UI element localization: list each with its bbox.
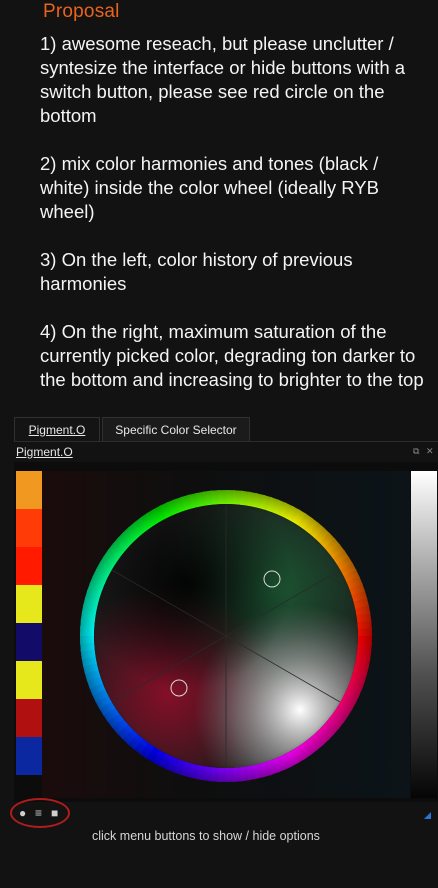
docker-title: Pigment.O	[16, 445, 73, 459]
hint-caption: click menu buttons to show / hide option…	[92, 829, 320, 843]
harmony-field[interactable]	[94, 504, 358, 768]
float-docker-icon[interactable]: ⧉	[413, 446, 419, 456]
tab-specific-color-selector[interactable]: Specific Color Selector	[102, 417, 250, 441]
menu-toggle-group: ● ≡ ■	[10, 798, 74, 832]
menu-button-dot[interactable]: ●	[19, 806, 26, 820]
history-swatch[interactable]	[16, 699, 42, 737]
history-swatch[interactable]	[16, 737, 42, 775]
history-swatch[interactable]	[16, 661, 42, 699]
tab-pigment-o[interactable]: Pigment.O	[14, 417, 100, 441]
resize-corner-icon[interactable]	[424, 812, 431, 819]
proposal-point-2: 2) mix color harmonies and tones (black …	[40, 153, 379, 222]
menu-button-square[interactable]: ■	[51, 806, 58, 820]
proposal-body: 1) awesome reseach, but please unclutter…	[40, 32, 432, 416]
proposal-point-4: 4) On the right, maximum saturation of t…	[40, 321, 424, 390]
proposal-point-3: 3) On the left, color history of previou…	[40, 249, 353, 294]
color-history	[16, 471, 42, 775]
menu-button-lines[interactable]: ≡	[35, 806, 42, 820]
color-wheel[interactable]	[42, 471, 410, 798]
history-swatch[interactable]	[16, 585, 42, 623]
proposal-title: Proposal	[43, 1, 120, 22]
brightness-strip[interactable]	[411, 471, 437, 798]
close-docker-icon[interactable]: ✕	[426, 446, 434, 456]
proposal-point-1: 1) awesome reseach, but please unclutter…	[40, 33, 406, 126]
history-swatch[interactable]	[16, 547, 42, 585]
history-swatch[interactable]	[16, 509, 42, 547]
history-swatch[interactable]	[16, 623, 42, 661]
history-swatch[interactable]	[16, 471, 42, 509]
color-wheel-area[interactable]	[42, 471, 410, 798]
docker-tab-bar: Pigment.O Specific Color Selector	[14, 415, 438, 442]
